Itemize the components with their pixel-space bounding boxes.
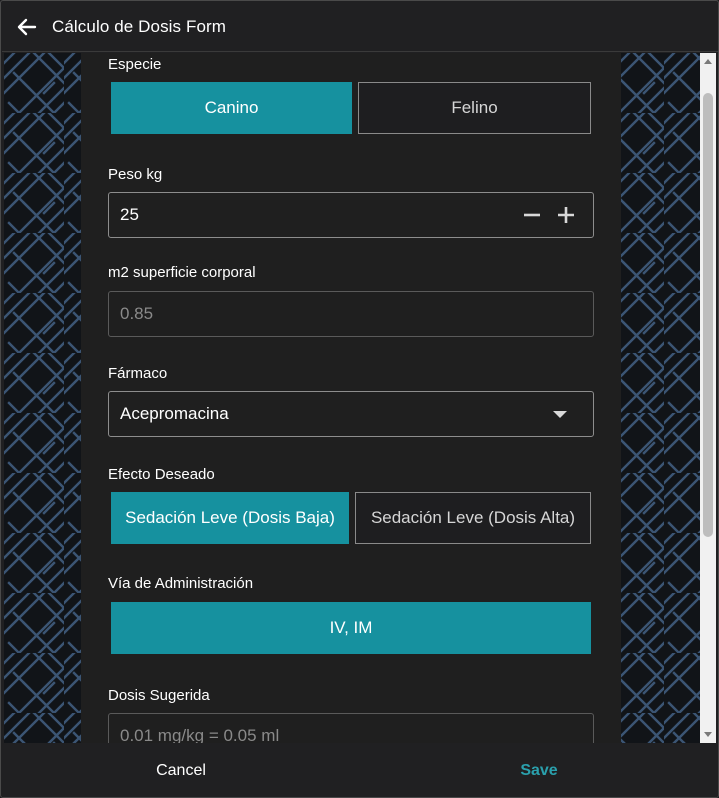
especie-label: Especie [108,56,162,73]
superficie-value: 0.85 [120,304,154,323]
title-bar: Cálculo de Dosis Form [2,2,718,52]
farmaco-value: Acepromacina [120,404,229,423]
decrement-button[interactable] [523,206,541,224]
efecto-option-baja[interactable]: Sedación Leve (Dosis Baja) [111,492,349,544]
peso-label: Peso kg [108,166,163,183]
dialog-window: Cálculo de Dosis Form Especie Canino Fel… [0,0,719,798]
dosis-value: 0.01 mg/kg = 0.05 ml [120,726,280,743]
especie-option-felino[interactable]: Felino [358,82,591,134]
vertical-scrollbar[interactable] [700,53,716,743]
caret-down-icon[interactable] [553,411,567,418]
superficie-label: m2 superficie corporal [108,264,256,281]
efecto-option-alta[interactable]: Sedación Leve (Dosis Alta) [355,492,591,544]
scroll-down-arrow-icon[interactable] [704,732,712,737]
via-option-iv-im[interactable]: IV, IM [111,602,591,654]
back-button[interactable] [2,2,52,52]
especie-option-canino[interactable]: Canino [111,82,352,134]
scroll-thumb[interactable] [703,93,713,537]
peso-input[interactable]: 25 [108,192,594,238]
peso-stepper [523,193,575,237]
farmaco-select[interactable]: Acepromacina [108,391,594,437]
dosis-field: 0.01 mg/kg = 0.05 ml [108,713,594,743]
cancel-button[interactable]: Cancel [2,743,360,797]
via-label: Vía de Administración [108,575,254,592]
arrow-left-icon [17,18,37,35]
scroll-up-arrow-icon[interactable] [704,59,712,64]
page-title: Cálculo de Dosis Form [52,16,227,36]
dialog-footer: Cancel Save [2,743,718,797]
peso-value: 25 [120,205,139,224]
superficie-field: 0.85 [108,291,594,337]
increment-button[interactable] [557,206,575,224]
farmaco-label: Fármaco [108,365,168,382]
minus-icon [524,213,540,217]
form-panel: Especie Canino Felino Peso kg 25 m2 supe… [81,53,621,743]
save-button[interactable]: Save [360,743,718,797]
efecto-label: Efecto Deseado [108,466,215,483]
dosis-label: Dosis Sugerida [108,687,210,704]
plus-icon [558,207,574,223]
